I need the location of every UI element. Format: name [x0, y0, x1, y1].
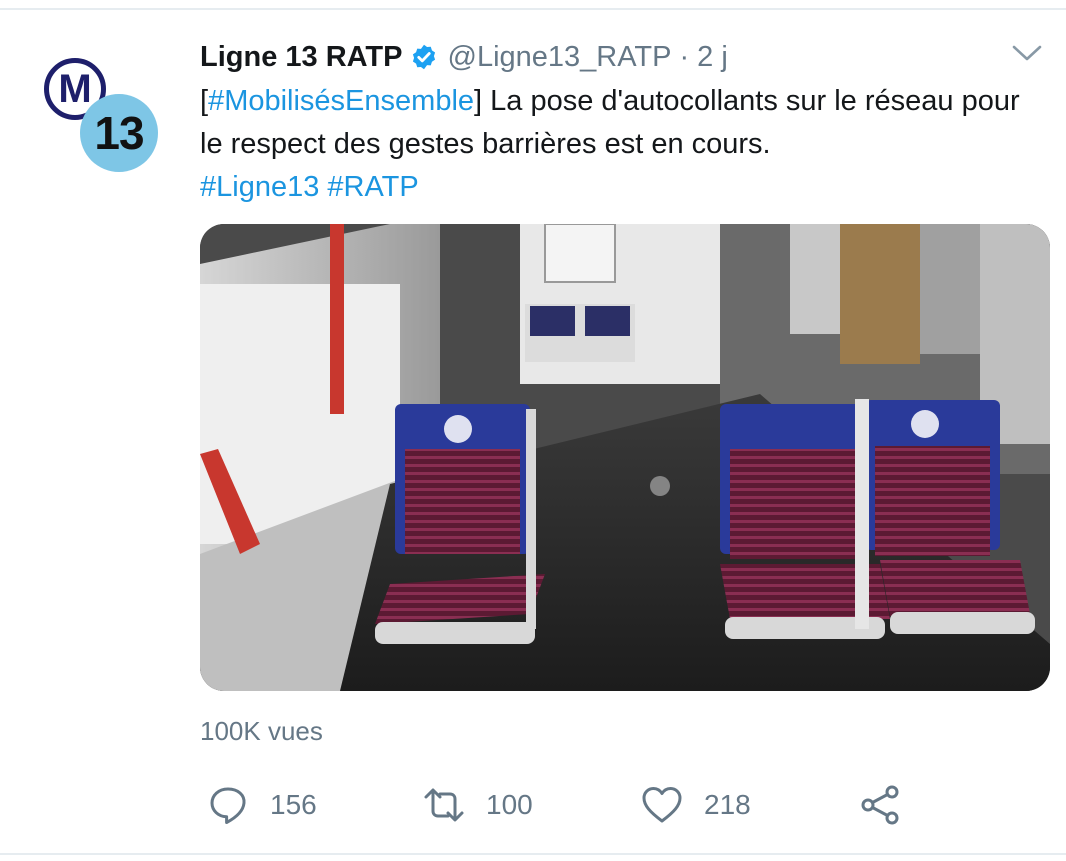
- line-number-badge: 13: [80, 94, 158, 172]
- hashtag-link[interactable]: #RATP: [327, 171, 418, 203]
- verified-badge-icon: [412, 44, 435, 70]
- avatar[interactable]: M 13: [44, 56, 160, 172]
- metro-interior-image: [200, 224, 1050, 691]
- metro-letter: M: [58, 67, 92, 111]
- line-number: 13: [94, 107, 144, 159]
- top-divider: [0, 8, 1066, 10]
- share-button[interactable]: [858, 780, 902, 830]
- like-count: 218: [704, 789, 751, 820]
- action-bar: 156 100 218: [200, 780, 920, 830]
- text-part: [: [200, 85, 209, 117]
- reply-button[interactable]: 156: [206, 780, 317, 830]
- reply-icon: [210, 787, 246, 824]
- hashtag-link[interactable]: #Ligne13: [200, 171, 319, 203]
- display-name[interactable]: Ligne 13 RATP: [200, 41, 403, 74]
- timestamp[interactable]: 2 j: [697, 41, 728, 74]
- video-media[interactable]: [200, 224, 1050, 691]
- like-button[interactable]: 218: [640, 780, 751, 830]
- retweet-button[interactable]: 100: [422, 780, 533, 830]
- share-icon: [861, 785, 899, 825]
- retweet-count: 100: [486, 789, 533, 820]
- heart-icon: [642, 787, 682, 823]
- reply-count: 156: [270, 789, 317, 820]
- chevron-down-icon[interactable]: [1010, 42, 1044, 64]
- view-count: 100K vues: [200, 716, 323, 746]
- retweet-icon: [424, 788, 464, 822]
- tweet-text: [#MobilisésEnsemble] La pose d'autocolla…: [200, 80, 1050, 209]
- handle[interactable]: @Ligne13_RATP: [448, 41, 672, 74]
- bottom-divider: [0, 853, 1066, 855]
- hashtag-link[interactable]: #MobilisésEnsemble: [208, 85, 474, 117]
- separator-dot: ·: [679, 40, 690, 73]
- tweet-header: Ligne 13 RATP @Ligne13_RATP · 2 j: [200, 36, 728, 78]
